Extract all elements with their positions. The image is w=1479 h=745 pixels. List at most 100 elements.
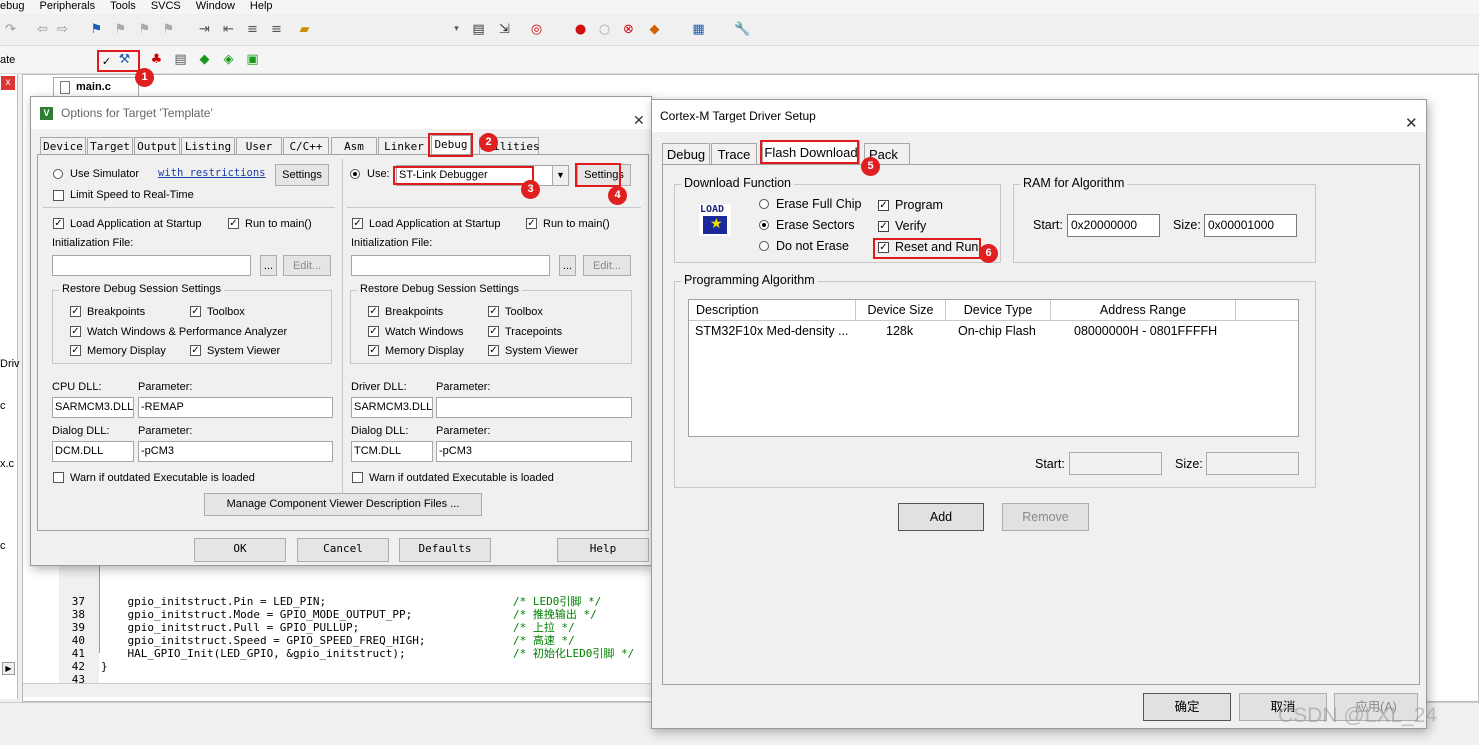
r-dialog-dll-input[interactable]: TCM.DLL bbox=[351, 441, 433, 462]
col-address-range[interactable]: Address Range bbox=[1051, 300, 1236, 321]
menu-peripherals[interactable]: Peripherals bbox=[33, 0, 104, 14]
tab-output[interactable]: Output bbox=[134, 137, 180, 155]
init-browse-button[interactable]: ... bbox=[260, 255, 277, 276]
run-to-main-checkbox[interactable]: ✓ bbox=[228, 218, 239, 229]
use-debugger-radio[interactable] bbox=[350, 169, 360, 179]
program-checkbox[interactable]: ✓ bbox=[878, 200, 889, 211]
r-init-edit-button[interactable]: Edit... bbox=[583, 255, 631, 276]
dialog-param-input[interactable]: -pCM3 bbox=[138, 441, 333, 462]
r-breakpoints-checkbox[interactable]: ✓ bbox=[368, 306, 379, 317]
tab-asm[interactable]: Asm bbox=[331, 137, 377, 155]
r-dialog-param-input[interactable]: -pCM3 bbox=[436, 441, 632, 462]
unindent-icon[interactable]: ⇤ bbox=[220, 21, 237, 38]
warn-checkbox[interactable] bbox=[53, 472, 64, 483]
ram-start-input[interactable]: 0x20000000 bbox=[1067, 214, 1160, 237]
confirm-button[interactable]: 确定 bbox=[1143, 693, 1231, 721]
chevron-down-icon[interactable]: ▼ bbox=[552, 166, 568, 185]
ok-button[interactable]: OK bbox=[194, 538, 286, 562]
pack-update-icon[interactable]: ▣ bbox=[244, 51, 261, 68]
uncomment-icon[interactable]: ≡ bbox=[268, 21, 285, 38]
toolbox-checkbox[interactable]: ✓ bbox=[190, 306, 201, 317]
menu-help[interactable]: Help bbox=[244, 0, 282, 14]
watch-checkbox[interactable]: ✓ bbox=[70, 326, 81, 337]
cpu-dll-input[interactable]: SARMCM3.DLL bbox=[52, 397, 134, 418]
ram-size-input[interactable]: 0x00001000 bbox=[1204, 214, 1297, 237]
cancel-button[interactable]: Cancel bbox=[297, 538, 389, 562]
tab-linker[interactable]: Linker bbox=[378, 137, 430, 155]
close-icon[interactable]: ✕ bbox=[633, 105, 645, 137]
tab-trace[interactable]: Trace bbox=[711, 143, 757, 165]
clear-bookmarks-icon[interactable]: ⚑ bbox=[160, 21, 177, 38]
r-warn-checkbox[interactable] bbox=[352, 472, 363, 483]
sysviewer-checkbox[interactable]: ✓ bbox=[190, 345, 201, 356]
r-memory-checkbox[interactable]: ✓ bbox=[368, 345, 379, 356]
breakpoint-insert-icon[interactable]: ● bbox=[572, 21, 589, 38]
cpu-param-input[interactable]: -REMAP bbox=[138, 397, 333, 418]
r-load-app-checkbox[interactable]: ✓ bbox=[352, 218, 363, 229]
incremental-find-icon[interactable]: ⇲ bbox=[496, 21, 513, 38]
limit-speed-checkbox[interactable] bbox=[53, 190, 64, 201]
config-icon[interactable]: ◆ bbox=[646, 21, 663, 38]
simulator-settings-button[interactable]: Settings bbox=[275, 164, 329, 186]
bookmark-icon[interactable]: ⚑ bbox=[88, 21, 105, 38]
erase-sectors-radio[interactable] bbox=[759, 220, 769, 230]
col-description[interactable]: Description bbox=[689, 300, 856, 321]
tab-device[interactable]: Device bbox=[40, 137, 86, 155]
with-restrictions-link[interactable]: with restrictions bbox=[158, 167, 265, 180]
breakpoints-checkbox[interactable]: ✓ bbox=[70, 306, 81, 317]
help-button[interactable]: Help bbox=[557, 538, 649, 562]
tab-cpp[interactable]: C/C++ bbox=[283, 137, 329, 155]
wrench-icon[interactable]: 🔧 bbox=[734, 21, 751, 38]
editor-tab[interactable]: main.c bbox=[53, 77, 139, 97]
code-lines[interactable]: gpio_initstruct.Pin = LED_PIN; gpio_init… bbox=[101, 569, 426, 699]
tab-listing[interactable]: Listing bbox=[181, 137, 235, 155]
r-watch-checkbox[interactable]: ✓ bbox=[368, 326, 379, 337]
redo-icon[interactable]: ↷ bbox=[2, 21, 19, 38]
verify-checkbox[interactable]: ✓ bbox=[878, 221, 889, 232]
manage-run-time-icon[interactable]: ♣ bbox=[148, 51, 165, 68]
memory-checkbox[interactable]: ✓ bbox=[70, 345, 81, 356]
erase-full-chip-radio[interactable] bbox=[759, 199, 769, 209]
indent-icon[interactable]: ⇥ bbox=[196, 21, 213, 38]
r-toolbox-checkbox[interactable]: ✓ bbox=[488, 306, 499, 317]
menu-debug[interactable]: ebug bbox=[0, 0, 33, 14]
prev-bookmark-icon[interactable]: ⚑ bbox=[112, 21, 129, 38]
breakpoint-disable-icon[interactable]: ○ bbox=[596, 21, 613, 38]
tab-debug[interactable]: Debug bbox=[662, 143, 710, 165]
target-select[interactable]: ate bbox=[0, 54, 15, 66]
tab-target[interactable]: Target bbox=[87, 137, 133, 155]
select-packs-icon[interactable]: ◆ bbox=[196, 51, 213, 68]
tab-user[interactable]: User bbox=[236, 137, 282, 155]
menu-svcs[interactable]: SVCS bbox=[145, 0, 190, 14]
use-simulator-radio[interactable] bbox=[53, 169, 63, 179]
debug-search-icon[interactable]: ◎ bbox=[528, 21, 545, 38]
back-icon[interactable]: ⇦ bbox=[34, 21, 51, 38]
comment-icon[interactable]: ≡ bbox=[244, 21, 261, 38]
algorithm-table[interactable]: Description Device Size Device Type Addr… bbox=[688, 299, 1299, 437]
table-row[interactable]: STM32F10x Med-density ... 128k On-chip F… bbox=[689, 324, 1298, 342]
algo-start-input[interactable] bbox=[1069, 452, 1162, 475]
r-tracepoints-checkbox[interactable]: ✓ bbox=[488, 326, 499, 337]
driver-param-input[interactable] bbox=[436, 397, 632, 418]
close-icon[interactable]: ✕ bbox=[1405, 107, 1418, 139]
add-button[interactable]: Add bbox=[898, 503, 984, 531]
do-not-erase-radio[interactable] bbox=[759, 241, 769, 251]
forward-icon[interactable]: ⇨ bbox=[54, 21, 71, 38]
defaults-button[interactable]: Defaults bbox=[399, 538, 491, 562]
manage-component-button[interactable]: Manage Component Viewer Description File… bbox=[204, 493, 482, 516]
driver-dll-input[interactable]: SARMCM3.DLL bbox=[351, 397, 433, 418]
init-edit-button[interactable]: Edit... bbox=[283, 255, 331, 276]
col-device-type[interactable]: Device Type bbox=[946, 300, 1051, 321]
r-sysviewer-checkbox[interactable]: ✓ bbox=[488, 345, 499, 356]
dropdown-icon[interactable]: ▾ bbox=[448, 21, 465, 38]
menu-window[interactable]: Window bbox=[190, 0, 244, 14]
col-device-size[interactable]: Device Size bbox=[856, 300, 946, 321]
r-run-to-main-checkbox[interactable]: ✓ bbox=[526, 218, 537, 229]
open-folder-icon[interactable]: ▰ bbox=[296, 21, 313, 38]
remove-button[interactable]: Remove bbox=[1002, 503, 1089, 531]
scroll-right-icon[interactable]: ▶ bbox=[2, 662, 15, 675]
panel-close-icon[interactable]: x bbox=[1, 76, 15, 90]
algo-size-input[interactable] bbox=[1206, 452, 1299, 475]
pack-installer-icon[interactable]: ◈ bbox=[220, 51, 237, 68]
find-in-files-icon[interactable]: ▤ bbox=[470, 21, 487, 38]
